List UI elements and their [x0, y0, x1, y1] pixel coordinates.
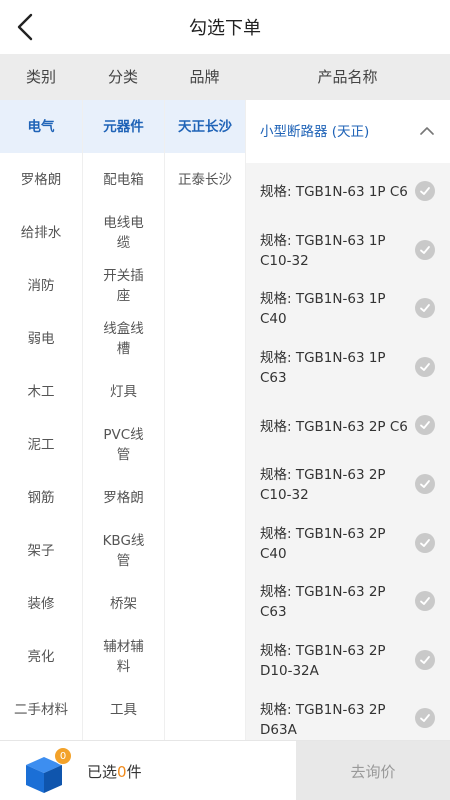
check-circle-icon[interactable] — [415, 591, 435, 612]
chevron-up-icon[interactable] — [418, 122, 436, 140]
classification-item[interactable]: 辅材辅料 — [83, 630, 164, 683]
category-item[interactable]: 罗格朗 — [0, 153, 82, 206]
column-header-classify: 分类 — [107, 68, 138, 86]
check-circle-icon[interactable] — [415, 356, 435, 377]
brand-item[interactable]: 正泰长沙 — [165, 153, 245, 206]
spec-row[interactable]: 规格: TGB1N-63 1P C40 — [246, 280, 450, 339]
classification-item[interactable]: 灯具 — [83, 365, 164, 418]
header: 勾选下单 — [0, 0, 450, 54]
spec-label: 规格: TGB1N-63 2P C6 — [260, 418, 408, 435]
check-circle-icon[interactable] — [415, 473, 435, 494]
spec-list: 规格: TGB1N-63 1P C6 规格: TGB1N-63 1P C10-32… — [246, 163, 450, 740]
category-item[interactable]: 二手材料 — [0, 683, 82, 736]
spec-label: 规格: TGB1N-63 1P C40 — [260, 291, 386, 328]
column-header-bar: 类别 分类 品牌 产品名称 — [0, 54, 450, 100]
brand-list: 天正长沙 正泰长沙 — [164, 100, 245, 740]
inquire-button[interactable]: 去询价 — [296, 741, 450, 800]
category-item[interactable]: 弱电 — [0, 312, 82, 365]
footer-bar: 0 已选0件 去询价 — [0, 740, 450, 800]
spec-row[interactable]: 规格: TGB1N-63 1P C10-32 — [246, 222, 450, 281]
column-header-brand: 品牌 — [189, 68, 220, 86]
spec-label: 规格: TGB1N-63 1P C10-32 — [260, 232, 386, 269]
classification-item[interactable]: 罗格朗 — [83, 471, 164, 524]
classification-item[interactable]: 开关插座 — [83, 259, 164, 312]
spec-row[interactable]: 规格: TGB1N-63 2P C63 — [246, 573, 450, 632]
check-circle-icon[interactable] — [415, 239, 435, 260]
classification-item[interactable]: KBG线管 — [83, 524, 164, 577]
check-circle-icon[interactable] — [415, 532, 435, 553]
column-header-category: 类别 — [25, 68, 56, 86]
classification-item[interactable]: 桥架 — [83, 577, 164, 630]
spec-label: 规格: TGB1N-63 2P C40 — [260, 525, 386, 562]
classification-item[interactable]: 元器件 — [83, 100, 164, 153]
classification-item[interactable]: PVC线管 — [83, 418, 164, 471]
category-item[interactable]: 装修 — [0, 577, 82, 630]
spec-row[interactable]: 规格: TGB1N-63 1P C6 — [246, 163, 450, 222]
spec-row[interactable]: 规格: TGB1N-63 2P C6 — [246, 397, 450, 456]
spec-row[interactable]: 规格: TGB1N-63 1P C63 — [246, 339, 450, 398]
cart-count-badge: 0 — [54, 747, 72, 765]
check-circle-icon[interactable] — [415, 708, 435, 729]
column-header-product-name: 产品名称 — [317, 68, 378, 86]
selected-count: 0 — [117, 763, 127, 781]
selected-count-text: 已选0件 — [87, 741, 142, 800]
check-circle-icon[interactable] — [415, 298, 435, 319]
spec-label: 规格: TGB1N-63 2P C63 — [260, 584, 386, 621]
spec-row[interactable]: 规格: TGB1N-63 2P D10-32A — [246, 632, 450, 691]
category-item[interactable]: 消防 — [0, 259, 82, 312]
selected-suffix: 件 — [126, 763, 142, 781]
category-item[interactable]: 电气 — [0, 100, 82, 153]
brand-item[interactable]: 天正长沙 — [165, 100, 245, 153]
check-circle-icon[interactable] — [415, 649, 435, 670]
spec-row[interactable]: 规格: TGB1N-63 2P C40 — [246, 515, 450, 574]
spec-label: 规格: TGB1N-63 2P D63A — [260, 701, 386, 738]
classification-item[interactable]: 工具 — [83, 683, 164, 736]
spec-label: 规格: TGB1N-63 1P C63 — [260, 350, 386, 387]
check-circle-icon[interactable] — [415, 181, 435, 201]
spec-label: 规格: TGB1N-63 2P C10-32 — [260, 467, 386, 504]
classification-list: 元器件 配电箱 电线电缆 开关插座 线盒线槽 灯具 PVC线管 罗格朗 KBG线… — [82, 100, 164, 740]
classification-item[interactable]: 线盒线槽 — [83, 312, 164, 365]
selected-prefix: 已选 — [87, 763, 118, 781]
chevron-left-icon — [17, 13, 33, 41]
spec-label: 规格: TGB1N-63 2P D10-32A — [260, 643, 386, 680]
category-list: 电气 罗格朗 给排水 消防 弱电 木工 泥工 钢筋 架子 装修 亮化 二手材料 — [0, 100, 82, 740]
product-name: 小型断路器 (天正) — [260, 123, 370, 140]
category-item[interactable]: 钢筋 — [0, 471, 82, 524]
category-item[interactable]: 亮化 — [0, 630, 82, 683]
product-name-row[interactable]: 小型断路器 (天正) — [246, 100, 450, 163]
back-button[interactable] — [8, 10, 42, 44]
category-item[interactable]: 架子 — [0, 524, 82, 577]
spec-row[interactable]: 规格: TGB1N-63 2P D63A — [246, 690, 450, 740]
category-item[interactable]: 泥工 — [0, 418, 82, 471]
category-item[interactable]: 木工 — [0, 365, 82, 418]
check-circle-icon[interactable] — [415, 415, 435, 436]
spec-row[interactable]: 规格: TGB1N-63 2P C10-32 — [246, 456, 450, 515]
product-panel: 小型断路器 (天正) 规格: TGB1N-63 1P C6 规格: TGB1N-6… — [245, 100, 450, 740]
category-item[interactable]: 给排水 — [0, 206, 82, 259]
spec-label: 规格: TGB1N-63 1P C6 — [260, 184, 408, 201]
page-title: 勾选下单 — [189, 18, 261, 39]
classification-item[interactable]: 电线电缆 — [83, 206, 164, 259]
classification-item[interactable]: 配电箱 — [83, 153, 164, 206]
